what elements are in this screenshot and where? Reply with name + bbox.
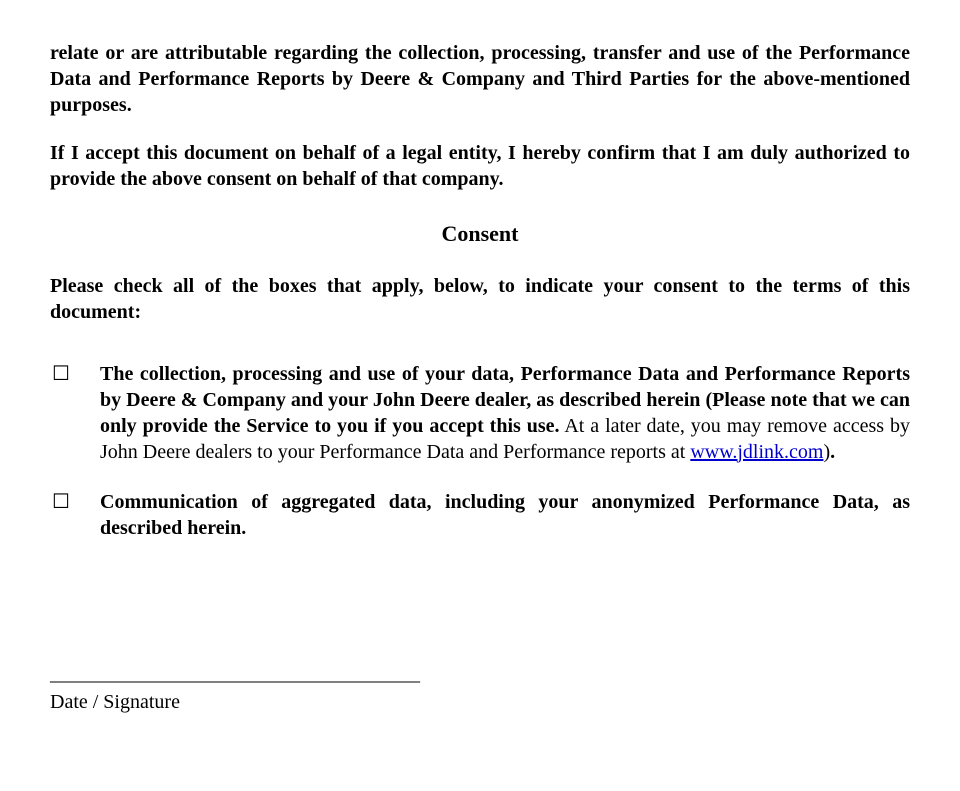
signature-block: _____________________________________ Da…	[50, 661, 910, 715]
checkbox-2[interactable]: ☐	[50, 489, 100, 541]
checkbox-1-text: The collection, processing and use of yo…	[100, 361, 910, 465]
intro-paragraph-1: relate or are attributable regarding the…	[50, 40, 910, 118]
intro-paragraph-2: If I accept this document on behalf of a…	[50, 140, 910, 192]
checkbox-2-text: Communication of aggregated data, includ…	[100, 489, 910, 541]
jdlink-link[interactable]: www.jdlink.com	[690, 441, 823, 463]
signature-label: Date / Signature	[50, 689, 910, 715]
checkbox-item-2: ☐ Communication of aggregated data, incl…	[50, 489, 910, 541]
consent-heading: Consent	[50, 220, 910, 249]
checkbox-1[interactable]: ☐	[50, 361, 100, 465]
item1-period: .	[830, 441, 835, 463]
checkbox-list: ☐ The collection, processing and use of …	[50, 361, 910, 541]
signature-line: _____________________________________	[50, 661, 910, 687]
checkbox-item-1: ☐ The collection, processing and use of …	[50, 361, 910, 465]
consent-intro: Please check all of the boxes that apply…	[50, 273, 910, 325]
